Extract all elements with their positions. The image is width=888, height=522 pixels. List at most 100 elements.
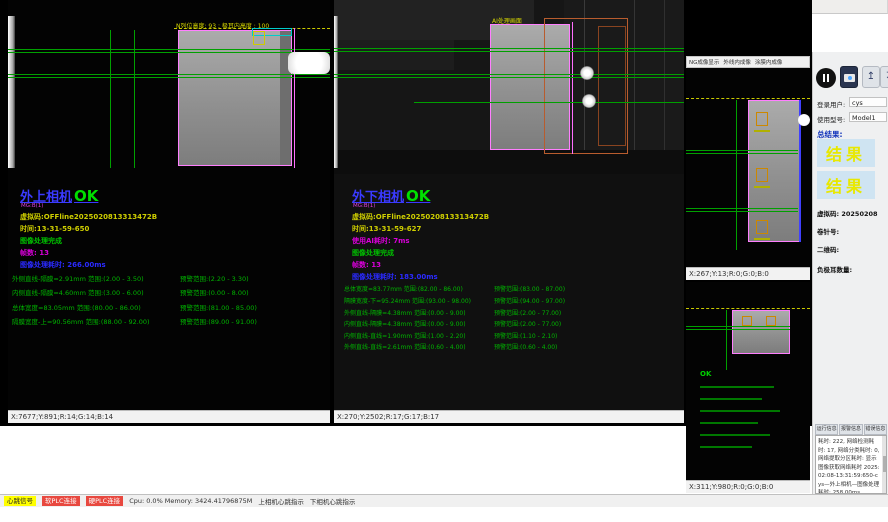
tab-coating-view[interactable]: 涂膜内成像: [755, 58, 783, 66]
tab-roi-box: [766, 316, 776, 326]
center-camera-view[interactable]: AI处理画面 外下相机OK MG:B(1) 虚拟码:OFFline2025020…: [334, 0, 684, 423]
machine-structure: [334, 40, 454, 70]
tab-error-info[interactable]: 错误信息: [864, 424, 887, 435]
tab-roi-box: [756, 112, 768, 126]
machine-band: [334, 150, 684, 174]
info-log-tabs: 运行信息 报警信息 错误信息: [815, 424, 887, 435]
baseline-vertical: [736, 100, 737, 250]
weld-highlight: [580, 66, 594, 80]
process-time-line: 图像处理耗时: 183.00ms: [352, 272, 438, 282]
right-bottom-camera-view[interactable]: OK X:311;Y:980;R:0;G:0;B:0: [686, 282, 810, 493]
measurement-value: 内侧直线-直线=1.90mm 范围:(1.00 - 2.20): [344, 331, 466, 340]
baseline: [8, 52, 330, 53]
measurement-value: 外侧直线-隔膜=4.38mm 范围:(0.00 - 9.00): [344, 308, 466, 317]
guide-line: [686, 98, 810, 99]
baseline: [8, 74, 330, 75]
mini-text-line: [700, 386, 774, 388]
baseline: [334, 77, 684, 78]
camera-lens-icon: [848, 76, 852, 80]
baseline: [334, 74, 684, 75]
info-log-content: 耗时: 222, 网络检测耗时: 17, 网络分类耗时: 0, 网络提取分区耗时…: [818, 439, 880, 494]
app-window: CYS-视觉检测系统 — ❐ ✕ C 系统配置 相机配置 通讯配置 IO卡配置 …: [0, 0, 888, 522]
info-log-text: 耗时: 222, 网络检测耗时: 17, 网络分类耗时: 0, 网络提取分区耗时…: [815, 435, 887, 494]
upper-camera-heartbeat: 上相机心跳指示: [258, 496, 304, 506]
tab-label-mark: [754, 186, 770, 188]
login-user-field[interactable]: cys: [849, 97, 887, 107]
needle-number-field: 卷针号:: [817, 226, 839, 236]
import-button[interactable]: ↧: [880, 66, 888, 88]
result-indicator-2: 结果: [817, 171, 875, 199]
light-strip: [8, 16, 15, 168]
tab-connector-highlight: [288, 52, 330, 74]
result-ok-label: OK: [406, 187, 430, 205]
machine-edge: [634, 0, 635, 172]
model-label: 使用型号:: [817, 114, 845, 124]
tab-outer-line-view[interactable]: 外线内成像: [723, 58, 751, 66]
baseline: [334, 48, 684, 49]
measurement-warn: 预警范围:(94.00 - 97.00): [494, 296, 565, 305]
weld-highlight: [582, 94, 596, 108]
mini-text-line: [700, 446, 752, 448]
measurement-warn: 预警范围:(1.10 - 2.10): [494, 331, 557, 340]
edge-marker: [294, 28, 295, 168]
camera-capture-button[interactable]: [840, 66, 858, 88]
baseline: [686, 326, 790, 327]
mini-text-line: [700, 422, 758, 424]
mini-result-ok: OK: [700, 370, 711, 378]
measurement-value: 内侧直线-隔膜=4.60mm 范围:(3.00 - 6.00): [12, 287, 144, 297]
battery-cell-region: [178, 30, 292, 166]
hard-plc-badge: 硬PLC连接: [86, 496, 124, 506]
mini-text-line: [700, 410, 780, 412]
result-ok-label: OK: [74, 187, 98, 205]
left-camera-view[interactable]: N列位高度: 93 ; 极耳内高度 : 100 外上相机OK MG:B(1) 虚…: [8, 0, 330, 423]
virtual-code-field: 虚拟码: 20250208: [817, 208, 878, 218]
result-indicator-text: 结果: [826, 141, 866, 165]
soft-plc-badge: 软PLC连接: [42, 496, 80, 506]
tab-connector-highlight: [798, 114, 810, 126]
roi-box-yellow: [253, 31, 265, 45]
measurement-value: 外侧直线-直线=2.61mm 范围:(0.60 - 4.00): [344, 342, 466, 351]
battery-cell-region: [732, 310, 790, 354]
measurement-value: 隔膜宽度-上=90.56mm 范围:(88.00 - 92.00): [12, 316, 150, 326]
measurement-warn: 预警范围:(81.00 - 85.00): [180, 302, 257, 312]
tab-run-info[interactable]: 运行信息: [815, 424, 838, 435]
pause-button[interactable]: [816, 68, 836, 88]
baseline: [686, 150, 798, 151]
time-line: 时间:13-31-59-627: [352, 224, 421, 234]
negative-tab-count-field: 负极耳数量:: [817, 264, 852, 274]
process-status-line: 图像处理完成: [352, 248, 394, 258]
measurement-warn: 预警范围:(0.60 - 4.00): [494, 342, 557, 351]
measurement-warn: 预警范围:(89.00 - 91.00): [180, 316, 257, 326]
measurement-warn: 预警范围:(0.00 - 8.00): [180, 287, 249, 297]
tab-alarm-info[interactable]: 报警信息: [839, 424, 862, 435]
tab-ng-display[interactable]: NG成像显示: [689, 58, 719, 66]
pause-icon: [827, 74, 829, 82]
frame-count-line: 帧数: 13: [20, 248, 49, 258]
result-indicator-1: 结果: [817, 139, 875, 167]
model-field[interactable]: Model1: [849, 112, 887, 122]
roi-box-orange-inner: [598, 26, 626, 146]
scrollbar[interactable]: [882, 436, 886, 493]
measurement-warn: 预警范围:(2.00 - 77.00): [494, 308, 561, 317]
measurement-warn: 预警范围:(2.20 - 3.30): [180, 273, 249, 283]
info-log-box: 运行信息 报警信息 错误信息 耗时: 222, 网络检测耗时: 17, 网络分类…: [815, 424, 887, 494]
baseline: [686, 153, 798, 154]
status-bar: 心跳信号 软PLC连接 硬PLC连接 Cpu: 0.0% Memory: 342…: [0, 494, 888, 507]
baseline-vertical: [110, 30, 111, 168]
baseline: [686, 329, 790, 330]
baseline: [8, 49, 330, 50]
measurement-value: 总体宽度=83.05mm 范围:(80.00 - 86.00): [12, 302, 141, 312]
mini-text-line: [700, 398, 762, 400]
right-top-camera-view[interactable]: X:267;Y:13;R:0;G:0;B:0: [686, 68, 810, 280]
light-strip: [334, 16, 338, 168]
pixel-coordinate-readout: X:270;Y:2502;R:17;G:17;B:17: [334, 410, 684, 423]
measurement-value: 总体宽度=83.77mm 范围:(82.00 - 86.00): [344, 284, 463, 293]
pixel-coordinate-readout: X:7677;Y:891;R:14;G:14;B:14: [8, 410, 330, 423]
edge-marker: [572, 22, 573, 154]
baseline: [8, 77, 330, 78]
pause-icon: [823, 74, 825, 82]
measurement-value: 内侧直线-隔膜=4.38mm 范围:(0.00 - 9.00): [344, 319, 466, 328]
frame-count-line: 帧数: 13: [352, 260, 381, 270]
export-button[interactable]: ↥: [862, 66, 880, 88]
pixel-coordinate-readout: X:311;Y:980;R:0;G:0;B:0: [686, 480, 810, 493]
